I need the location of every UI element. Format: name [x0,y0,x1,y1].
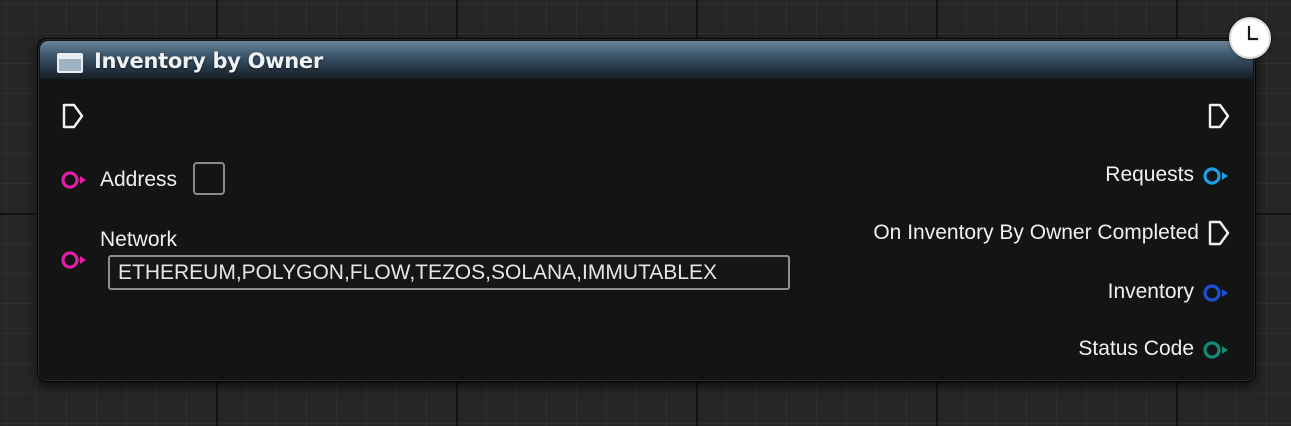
exec-input-pin-icon[interactable] [62,103,84,129]
node-title: Inventory by Owner [94,49,323,73]
requests-pin-icon[interactable] [1202,165,1230,187]
network-input[interactable]: ETHEREUM,POLYGON,FLOW,TEZOS,SOLANA,IMMUT… [108,255,790,290]
inventory-by-owner-node[interactable]: Inventory by Owner Address Network Reque… [37,38,1256,382]
status-code-label: Status Code [1078,337,1194,360]
node-header[interactable]: Inventory by Owner [40,41,1253,79]
on-completed-exec-pin-icon[interactable] [1208,220,1230,246]
address-pin-icon[interactable] [60,169,88,191]
inventory-label: Inventory [1107,280,1194,303]
status-code-pin-icon[interactable] [1202,339,1230,361]
address-checkbox[interactable] [193,162,225,195]
clock-icon [1229,17,1271,59]
inventory-pin-icon[interactable] [1202,282,1230,304]
exec-output-pin-icon[interactable] [1208,103,1230,129]
network-pin-icon[interactable] [60,249,88,271]
address-label: Address [100,168,178,191]
on-completed-label: On Inventory By Owner Completed [873,221,1199,244]
network-label: Network [100,228,178,251]
function-node-icon [57,53,83,73]
requests-label: Requests [1105,163,1194,186]
